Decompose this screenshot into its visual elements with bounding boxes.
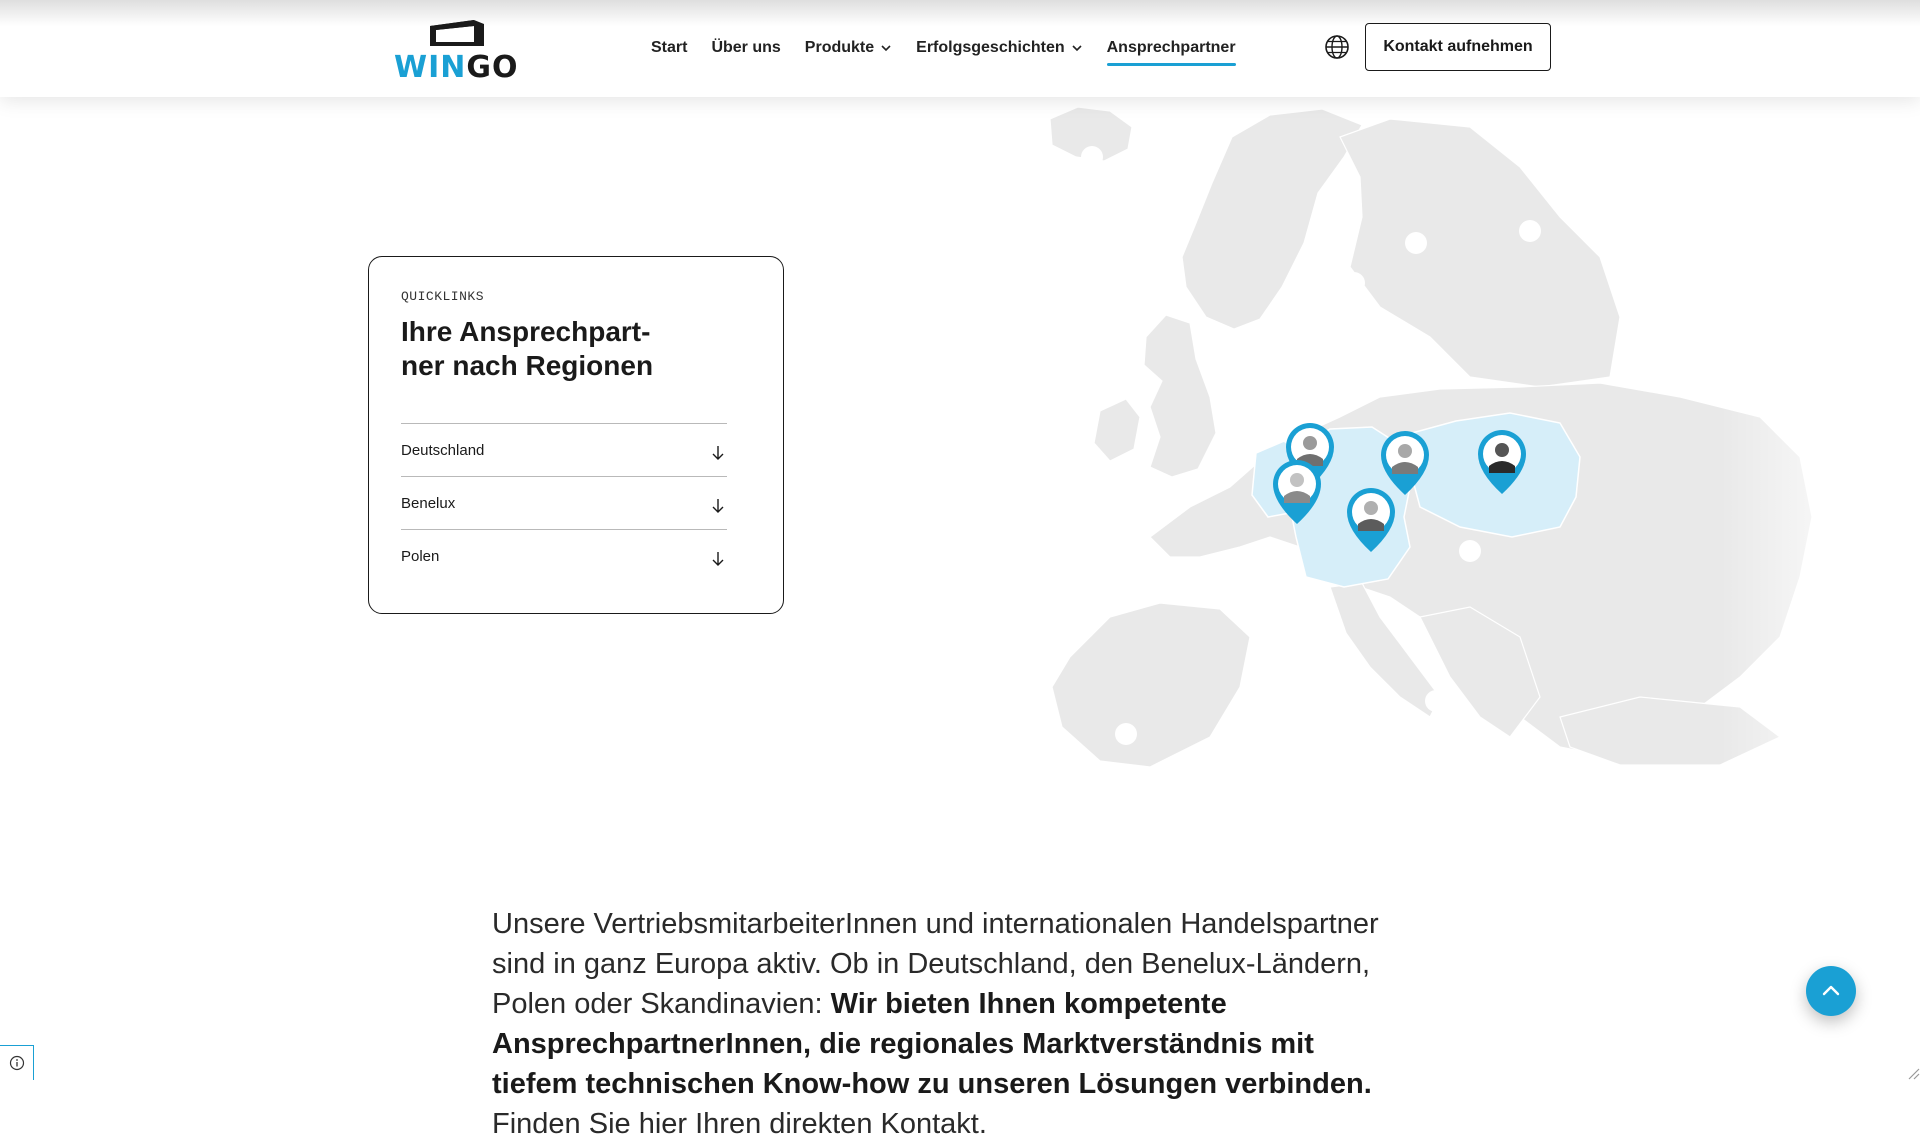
location-dot [1519,220,1541,242]
nav-ueber-uns-label: Über uns [711,39,781,56]
nav-erfolgsgeschichten[interactable]: Erfolgsgeschichten [916,36,1082,60]
nav-produkte-label: Produkte [804,39,875,56]
chevron-down-icon [1072,45,1082,52]
quicklinks-eyebrow: QUICKLINKS [401,289,485,304]
nav-ueber-uns[interactable]: Über uns [711,36,780,60]
header-top-fade [0,0,1920,26]
nav-ansprechpartner[interactable]: Ansprechpartner [1106,36,1236,66]
quicklink-label: Benelux [401,494,456,512]
location-dot [1081,146,1103,168]
chevron-up-icon [1822,985,1840,996]
site-header: WINGO Start Über uns Produkte Erfolgsges… [0,0,1920,97]
resize-handle-icon[interactable] [1906,1066,1920,1080]
nav-produkte[interactable]: Produkte [805,36,892,60]
location-dot [1115,723,1137,745]
land-ireland [1093,398,1141,462]
scroll-to-top-button[interactable] [1806,966,1856,1016]
nav-ansprechpartner-label: Ansprechpartner [1106,39,1236,56]
land-great-britain [1143,314,1217,478]
land-scandinavia [1181,108,1363,330]
quicklink-label: Deutschland [401,441,485,459]
logo-box-icon [430,20,484,46]
quicklink-deutschland[interactable]: Deutschland [401,423,727,476]
quicklinks-title-line2: ner nach Regionen [401,350,654,381]
quicklinks-title: Ihre Ansprechpart- ner nach Regionen [401,315,701,383]
arrow-down-icon [712,446,724,460]
nav-erfolgsgeschichten-label: Erfolgsgeschichten [916,39,1065,56]
intro-text-end: Finden Sie hier Ihren direkten Kontakt. [492,1108,987,1140]
land-iberia [1051,602,1251,768]
cookie-settings-button[interactable] [0,1045,34,1080]
globe-icon[interactable] [1324,34,1350,60]
location-dot [1425,690,1447,712]
nav-start-label: Start [651,39,688,56]
logo[interactable]: WINGO [394,18,520,85]
info-icon [9,1055,24,1071]
location-dot [1405,232,1427,254]
land-finland-russia [1339,118,1621,388]
quicklinks-card: QUICKLINKS Ihre Ansprechpart- ner nach R… [368,256,784,614]
arrow-down-icon [712,499,724,513]
quicklinks-title-line1: Ihre Ansprechpart- [401,316,651,347]
main-nav: Start Über uns Produkte Erfolgsgeschicht… [651,36,1260,66]
location-dot [1265,589,1287,611]
logo-wordmark: WINGO [394,50,519,85]
location-dot [1459,540,1481,562]
quicklink-polen[interactable]: Polen [401,529,727,582]
intro-paragraph: Unsere VertriebsmitarbeiterInnen und int… [492,904,1392,1144]
map-edge-fade [1720,97,1920,857]
quicklink-benelux[interactable]: Benelux [401,476,727,529]
quicklink-label: Polen [401,547,440,565]
europe-map [1000,97,1920,857]
quicklinks-list: Deutschland Benelux Polen [401,423,727,582]
chevron-down-icon [881,45,891,52]
arrow-down-icon [712,552,724,566]
contact-button[interactable]: Kontakt aufnehmen [1365,23,1551,71]
nav-start[interactable]: Start [651,36,687,60]
location-dot [1343,272,1365,294]
